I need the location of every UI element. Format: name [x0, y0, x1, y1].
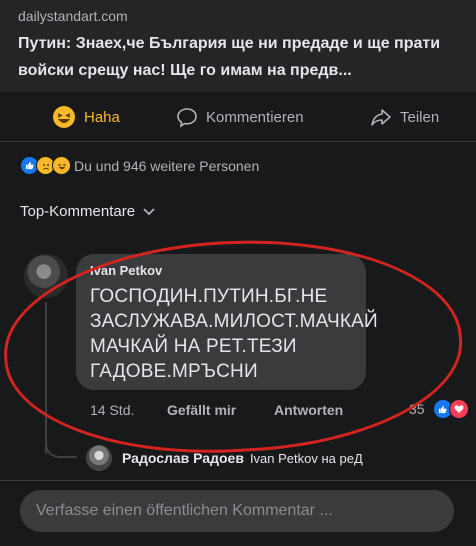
comment-reply-button[interactable]: Antworten — [274, 402, 343, 418]
haha-reaction-icon — [52, 156, 71, 175]
haha-button[interactable]: Haha — [52, 96, 120, 138]
comment-button[interactable]: Kommentieren — [176, 96, 304, 138]
divider — [0, 141, 476, 142]
haha-label: Haha — [84, 108, 120, 126]
reply-preview[interactable]: Радослав Радоев Ivan Petkov на реД — [86, 445, 363, 471]
comment-timestamp[interactable]: 14 Std. — [90, 402, 134, 418]
haha-emoji-icon — [52, 105, 76, 129]
comment-text: ГОСПОДИН.ПУТИН.БГ.НЕ ЗАСЛУЖАВА.МИЛОСТ.МА… — [90, 286, 378, 382]
share-button[interactable]: Teilen — [370, 96, 439, 138]
share-label: Teilen — [400, 108, 440, 126]
reactions-summary[interactable]: Du und 946 weitere Personen — [20, 156, 259, 175]
comment-reactions[interactable]: 35 — [409, 399, 469, 419]
comment-composer-input[interactable]: Verfasse einen öffentlichen Kommentar ..… — [20, 490, 454, 532]
comment-bubble-icon — [176, 106, 198, 128]
chevron-down-icon — [143, 205, 155, 219]
reactions-summary-text: Du und 946 weitere Personen — [74, 157, 260, 174]
reply-author-avatar — [86, 445, 112, 471]
reaction-icons-group — [20, 156, 71, 175]
love-reaction-icon — [448, 399, 469, 419]
comment-like-button[interactable]: Gefällt mir — [167, 402, 236, 418]
comment-reaction-count: 35 — [409, 401, 425, 417]
comment-author[interactable]: Ivan Petkov — [90, 263, 162, 278]
reply-snippet: Ivan Petkov на реД — [249, 450, 363, 466]
link-domain: dailystandart.com — [18, 8, 128, 24]
link-preview-card[interactable]: dailystandart.com Путин: Знаех,че Българ… — [0, 0, 476, 92]
commenter-avatar[interactable] — [24, 254, 68, 298]
divider — [0, 480, 476, 481]
comment-label: Kommentieren — [206, 108, 304, 126]
share-arrow-icon — [370, 106, 392, 128]
thread-connector-curve — [45, 424, 77, 458]
comment-filter-label: Top-Kommentare — [20, 203, 136, 220]
comment-bubble[interactable]: Ivan Petkov ГОСПОДИН.ПУТИН.БГ.НЕ ЗАСЛУЖА… — [76, 254, 378, 390]
link-headline[interactable]: Путин: Знаех,че България ще ни предаде и… — [18, 30, 463, 84]
composer-placeholder: Verfasse einen öffentlichen Kommentar ..… — [36, 502, 333, 519]
reply-author: Радослав Радоев — [122, 450, 244, 466]
comment-filter-dropdown[interactable]: Top-Kommentare — [20, 203, 155, 220]
post-action-bar: Haha Kommentieren Teilen — [0, 96, 476, 138]
